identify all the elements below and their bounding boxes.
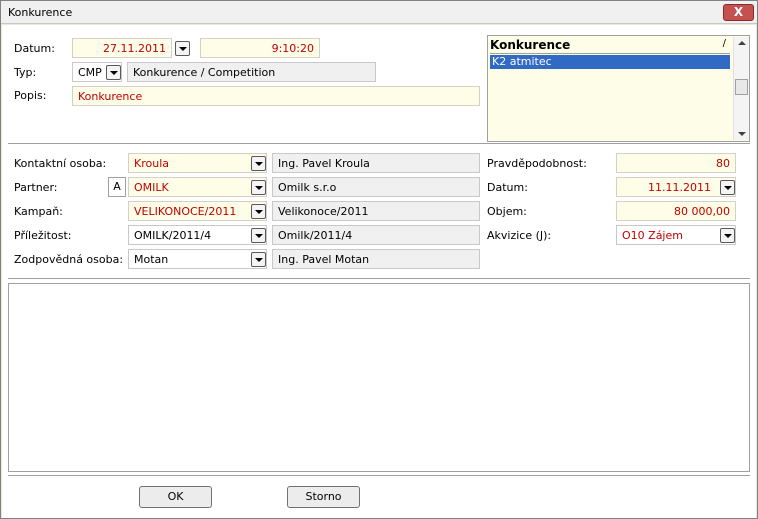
- popis-label: Popis:: [14, 89, 47, 102]
- akvizice-dropdown-icon[interactable]: [720, 228, 735, 243]
- typ-dropdown-icon[interactable]: [106, 65, 121, 80]
- pravdepodobnost-field[interactable]: 80: [616, 153, 736, 173]
- popis-field[interactable]: Konkurence: [72, 86, 480, 106]
- prilezitost-label: Příležitost:: [14, 229, 72, 242]
- partner-label: Partner:: [14, 181, 58, 194]
- kampan-code-field[interactable]: VELIKONOCE/2011: [128, 201, 267, 221]
- kampan-label: Kampaň:: [14, 205, 63, 218]
- listbox-scrollbar[interactable]: [733, 37, 749, 140]
- divider-middle: [8, 278, 750, 280]
- akvizice-label: Akvizice (J):: [487, 229, 552, 242]
- memo-textarea[interactable]: [8, 283, 750, 472]
- ok-button[interactable]: OK: [139, 486, 212, 508]
- typ-label: Typ:: [14, 66, 37, 79]
- partner-flag: A: [108, 177, 126, 197]
- pravdepodobnost-label: Pravděpodobnost:: [487, 157, 587, 170]
- kampan-dropdown-icon[interactable]: [251, 204, 266, 219]
- partner-name-field: Omilk s.r.o: [272, 177, 480, 197]
- datum-field[interactable]: 27.11.2011: [72, 38, 172, 58]
- divider-top: [8, 143, 750, 145]
- close-icon: X: [733, 5, 744, 19]
- scroll-up-icon[interactable]: [738, 41, 746, 45]
- listbox-header[interactable]: Konkurence /: [490, 38, 730, 54]
- sort-icon: /: [722, 38, 726, 49]
- datum2-label: Datum:: [487, 181, 528, 194]
- partner-dropdown-icon[interactable]: [251, 180, 266, 195]
- datum-dropdown-icon[interactable]: [175, 41, 190, 56]
- kampan-name-field: Velikonoce/2011: [272, 201, 480, 221]
- partner-code-field[interactable]: OMILK: [128, 177, 267, 197]
- zodpovedna-dropdown-icon[interactable]: [251, 252, 266, 267]
- prilezitost-name-field: Omilk/2011/4: [272, 225, 480, 245]
- typ-name-field: Konkurence / Competition: [127, 62, 376, 82]
- akvizice-field[interactable]: O10 Zájem: [616, 225, 736, 245]
- objem-label: Objem:: [487, 205, 527, 218]
- title-bar[interactable]: Konkurence X: [1, 1, 757, 24]
- zodpovedna-label: Zodpovědná osoba:: [14, 253, 124, 266]
- window-title: Konkurence: [8, 6, 73, 19]
- datum2-field[interactable]: 11.11.2011: [616, 177, 736, 197]
- kontakt-dropdown-icon[interactable]: [251, 156, 266, 171]
- objem-field[interactable]: 80 000,00: [616, 201, 736, 221]
- datum-label: Datum:: [14, 42, 55, 55]
- scroll-down-icon[interactable]: [738, 132, 746, 136]
- divider-bottom: [8, 475, 750, 477]
- prilezitost-code-field[interactable]: OMILK/2011/4: [128, 225, 267, 245]
- listbox-header-label: Konkurence: [490, 38, 571, 52]
- list-item-selected[interactable]: K2 atmitec: [490, 55, 730, 69]
- prilezitost-dropdown-icon[interactable]: [251, 228, 266, 243]
- kontakt-code-field[interactable]: Kroula: [128, 153, 267, 173]
- scroll-thumb[interactable]: [735, 79, 748, 95]
- datum2-dropdown-icon[interactable]: [720, 180, 735, 195]
- kontakt-name-field: Ing. Pavel Kroula: [272, 153, 480, 173]
- storno-button[interactable]: Storno: [287, 486, 360, 508]
- dialog-window: Konkurence X Datum: 27.11.2011 9:10:20 T…: [0, 0, 758, 519]
- time-field[interactable]: 9:10:20: [200, 38, 320, 58]
- kontakt-label: Kontaktní osoba:: [14, 157, 107, 170]
- konkurence-listbox[interactable]: Konkurence / K2 atmitec: [487, 35, 750, 142]
- zodpovedna-code-field[interactable]: Motan: [128, 249, 267, 269]
- close-button[interactable]: X: [723, 4, 754, 21]
- zodpovedna-name-field: Ing. Pavel Motan: [272, 249, 480, 269]
- dialog-client: Datum: 27.11.2011 9:10:20 Typ: CMP Konku…: [2, 25, 756, 518]
